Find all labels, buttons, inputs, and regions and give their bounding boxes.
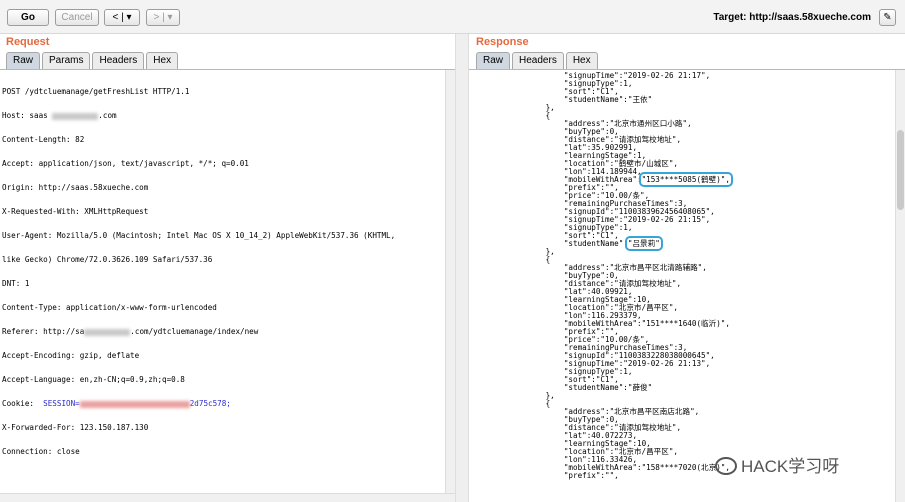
request-line: Content-Length: 82 [2,135,85,144]
request-hscrollbar[interactable] [0,493,455,502]
watermark: HACK学习呀 [715,452,839,477]
response-line: "studentName":"薛俊" [509,383,653,392]
back-button[interactable]: < | ▾ [104,9,140,26]
request-tabs: Raw Params Headers Hex [6,52,180,69]
request-editor[interactable]: POST /ydtcluemanage/getFreshList HTTP/1.… [0,69,455,502]
request-line [2,472,455,480]
redacted-host [52,112,99,120]
request-line: Referer: http://sa .com/ydtcluemanage/ind… [2,327,259,336]
request-line: User-Agent: Mozilla/5.0 (Macintosh; Inte… [2,231,396,240]
request-line: like Gecko) Chrome/72.0.3626.109 Safari/… [2,255,213,264]
request-line: POST /ydtcluemanage/getFreshList HTTP/1.… [2,87,190,96]
pencil-icon: ✎ [883,12,892,23]
scrollbar-thumb[interactable] [897,130,904,210]
request-line: Accept-Language: en,zh-CN;q=0.9,zh;q=0.8 [2,375,185,384]
response-line: "prefix":"", [509,471,619,480]
response-editor[interactable]: "signupTime":"2019-02-26 21:17", "signup… [469,69,905,502]
request-line: Cookie: SESSION= 2d75c578; [2,399,231,408]
response-tab-headers[interactable]: Headers [512,52,564,69]
response-line: "studentName":"吕景莉" [509,236,663,251]
request-tab-raw[interactable]: Raw [6,52,41,69]
toolbar: Go Cancel < | ▾ > | ▾ Target: http://saa… [0,0,905,34]
split-divider[interactable] [455,34,469,502]
wechat-icon [715,457,737,475]
forward-button[interactable]: > | ▾ [146,9,180,26]
request-title: Request [6,36,50,48]
request-tab-params[interactable]: Params [42,52,91,69]
response-line: "studentName":"王依" [509,95,653,104]
redacted-session [79,400,190,408]
request-line: X-Forwarded-For: 123.150.187.130 [2,423,149,432]
highlight-mobile: "153****5085(鹤壁)", [638,172,733,187]
response-tab-raw[interactable]: Raw [476,52,511,69]
highlight-student-name: "吕景莉" [624,236,663,251]
request-line: Connection: close [2,447,80,456]
request-line: Host: saas .com [2,111,117,120]
response-line: }, [509,103,555,112]
response-scrollbar[interactable] [895,70,905,502]
response-title: Response [476,36,529,48]
request-line: Content-Type: application/x-www-form-url… [2,303,217,312]
request-line: Accept: application/json, text/javascrip… [2,159,249,168]
response-line: }, [509,247,555,256]
go-button[interactable]: Go [7,9,49,26]
redacted-host [84,328,131,336]
response-tabs: Raw Headers Hex [476,52,600,69]
request-line: Origin: http://saas.58xueche.com [2,183,149,192]
response-content: "signupTime":"2019-02-26 21:17", "signup… [469,70,905,480]
request-line: X-Requested-With: XMLHttpRequest [2,207,149,216]
response-tab-hex[interactable]: Hex [565,52,598,69]
request-tab-hex[interactable]: Hex [146,52,179,69]
request-line: Accept-Encoding: gzip, deflate [2,351,140,360]
request-scrollbar[interactable] [445,70,455,493]
edit-target-button[interactable]: ✎ [879,9,896,26]
request-line: DNT: 1 [2,279,30,288]
cancel-button[interactable]: Cancel [55,9,99,26]
request-tab-headers[interactable]: Headers [92,52,145,69]
target-label: Target: http://saas.58xueche.com [713,12,871,23]
response-line: }, [509,391,555,400]
